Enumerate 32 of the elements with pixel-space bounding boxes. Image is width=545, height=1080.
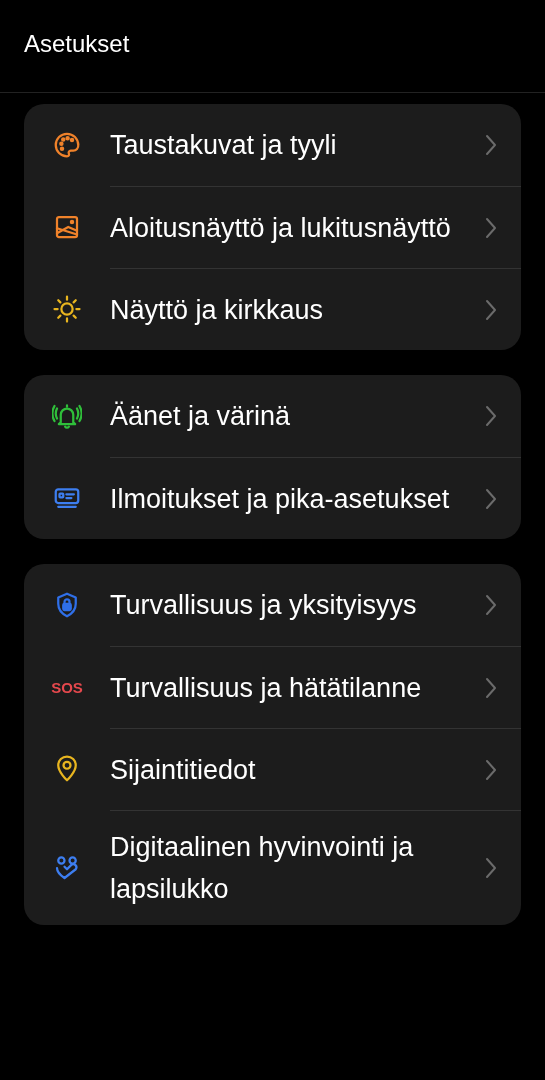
brightness-icon (52, 294, 82, 324)
palette-icon (52, 130, 82, 160)
settings-item[interactable]: Ilmoitukset ja pika-asetukset (24, 457, 521, 539)
item-label: Turvallisuus ja yksityisyys (110, 589, 418, 622)
sos-icon: SOS (51, 679, 83, 695)
item-label: Sijaintitiedot (110, 753, 257, 787)
chevron-right-icon (485, 857, 497, 879)
chevron-right-icon (485, 298, 497, 321)
settings-item[interactable]: Aloitusnäyttö ja lukitusnäyttö (24, 186, 521, 268)
chevron-right-icon (485, 758, 497, 781)
chevron-right-icon (485, 487, 497, 510)
item-label: Näyttö ja kirkkaus (110, 293, 325, 327)
chevron-right-icon (485, 216, 497, 239)
bell-icon (52, 401, 82, 431)
chevron-right-icon (485, 134, 497, 156)
settings-item[interactable]: Näyttö ja kirkkaus (24, 268, 521, 350)
settings-item[interactable]: Äänet ja värinä (24, 375, 521, 457)
item-label: Äänet ja värinä (110, 400, 292, 433)
chevron-right-icon (485, 594, 497, 616)
item-label: Taustakuvat ja tyyli (110, 129, 338, 162)
settings-item[interactable]: Digitaalinen hyvinvointi ja lapsilukko (24, 810, 521, 925)
item-label: Ilmoitukset ja pika-asetukset (110, 482, 451, 516)
settings-item[interactable]: Sijaintitiedot (24, 728, 521, 810)
settings-item[interactable]: Taustakuvat ja tyyli (24, 104, 521, 186)
settings-item[interactable]: SOS Turvallisuus ja hätätilanne (24, 646, 521, 728)
chevron-right-icon (485, 676, 497, 699)
item-label: Aloitusnäyttö ja lukitusnäyttö (110, 211, 452, 245)
item-label: Turvallisuus ja hätätilanne (110, 671, 423, 705)
chevron-right-icon (485, 405, 497, 427)
item-label: Digitaalinen hyvinvointi ja lapsilukko (110, 831, 415, 906)
page-title: Asetukset (24, 29, 130, 59)
settings-item[interactable]: Turvallisuus ja yksityisyys (24, 564, 521, 646)
